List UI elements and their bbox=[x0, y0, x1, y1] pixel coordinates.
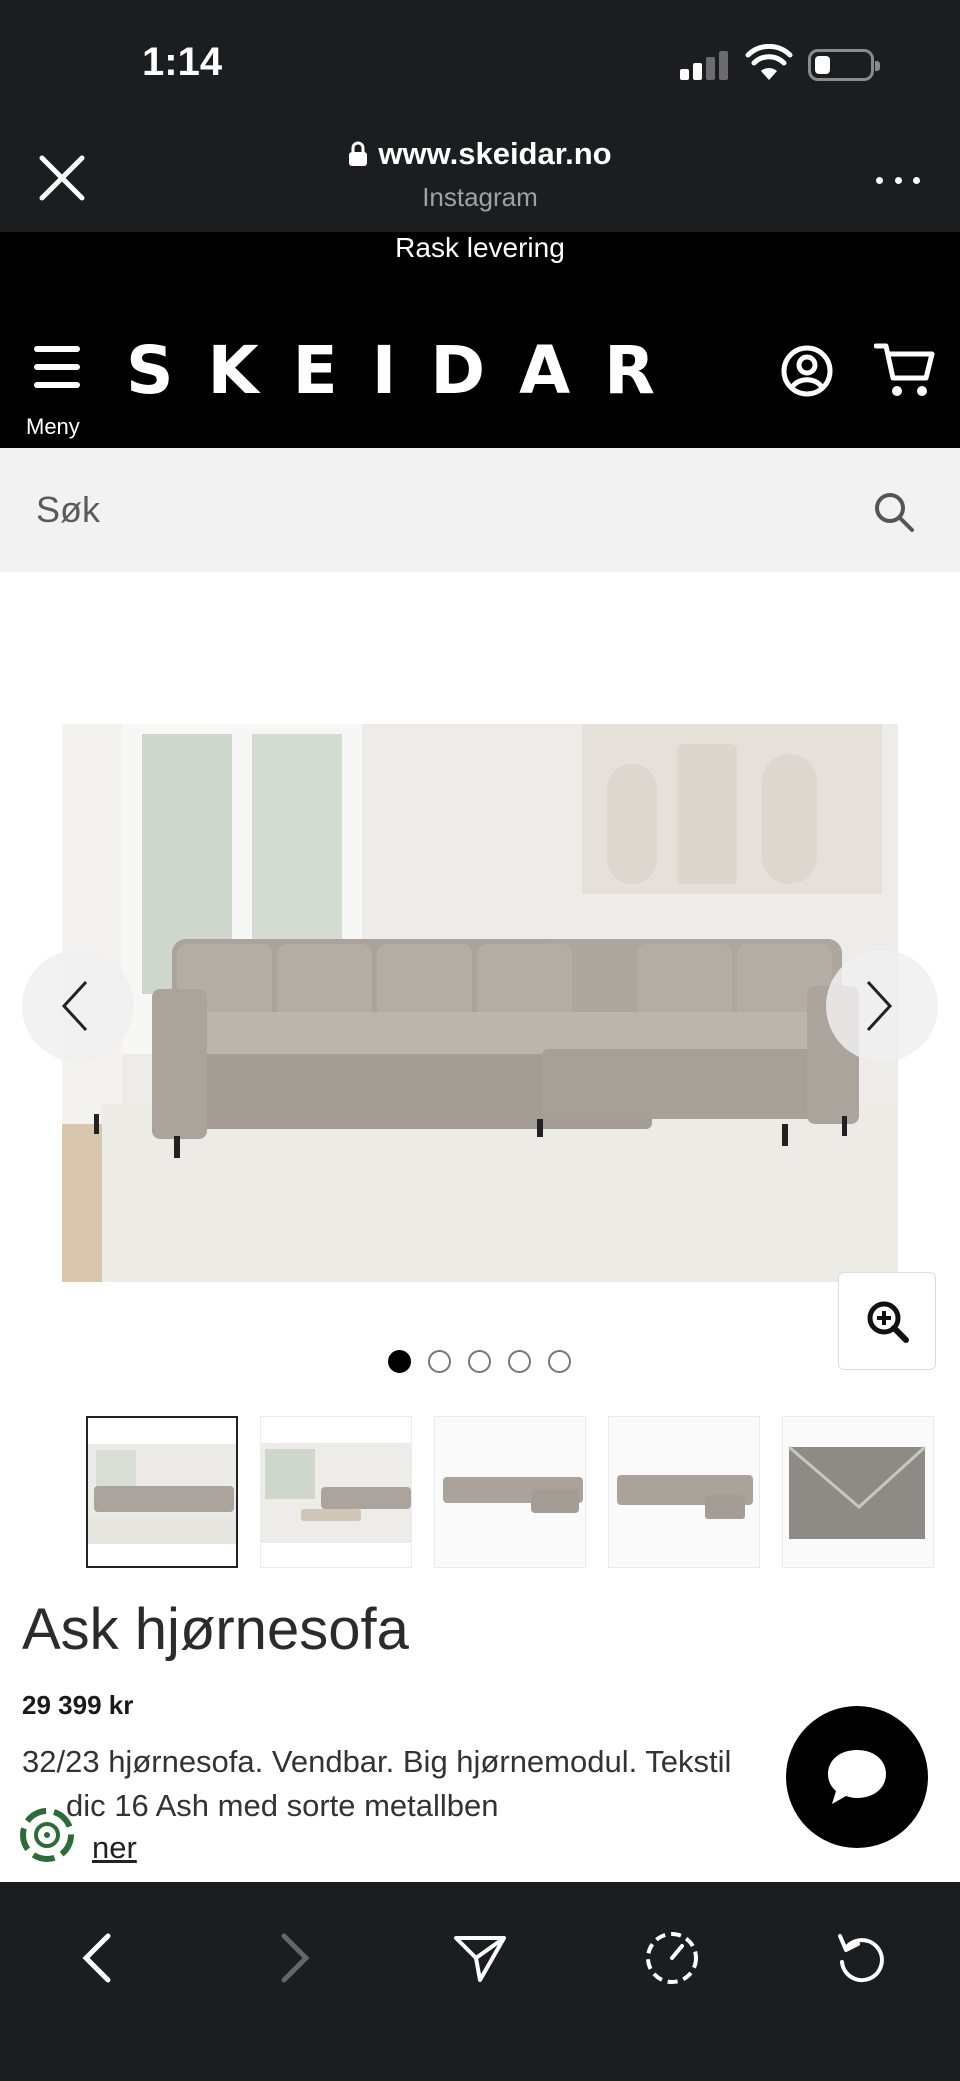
next-image-button[interactable] bbox=[826, 950, 938, 1062]
cart-icon[interactable] bbox=[874, 340, 936, 400]
thumbnail[interactable] bbox=[86, 1416, 238, 1568]
product-title: Ask hjørnesofa bbox=[22, 1597, 409, 1662]
thumbnail[interactable] bbox=[782, 1416, 934, 1568]
url-text: www.skeidar.no bbox=[378, 136, 612, 171]
wifi-icon bbox=[745, 44, 793, 80]
menu-label: Meny bbox=[26, 414, 80, 439]
image-pagination bbox=[388, 1350, 571, 1373]
signal-icon bbox=[680, 50, 730, 80]
zoom-button[interactable] bbox=[838, 1272, 936, 1370]
chat-icon bbox=[828, 1750, 886, 1804]
forward-icon[interactable] bbox=[262, 1928, 322, 1988]
leaf-icon[interactable] bbox=[14, 1802, 80, 1868]
site-header: Rask levering Meny SKEIDAR bbox=[0, 232, 960, 448]
chevron-left-icon bbox=[61, 980, 88, 1032]
account-icon[interactable] bbox=[780, 344, 834, 398]
promo-banner: Rask levering bbox=[395, 232, 565, 263]
pagination-dot[interactable] bbox=[468, 1350, 491, 1373]
thumbnail[interactable] bbox=[434, 1416, 586, 1568]
site-logo[interactable]: SKEIDAR bbox=[126, 332, 689, 409]
pagination-dot[interactable] bbox=[428, 1350, 451, 1373]
product-page: Ask hjørnesofa 29 399 kr 32/23 hjørnesof… bbox=[0, 572, 960, 1882]
search-bar bbox=[0, 448, 960, 572]
chat-button[interactable] bbox=[786, 1706, 928, 1848]
pagination-dot[interactable] bbox=[508, 1350, 531, 1373]
zoom-in-icon bbox=[867, 1301, 909, 1343]
product-description: 32/23 hjørnesofa. Vendbar. Big hjørnemod… bbox=[22, 1740, 822, 1828]
menu-icon bbox=[34, 346, 80, 352]
browser-bar: www.skeidar.no Instagram bbox=[0, 120, 960, 232]
thumbnail-strip bbox=[86, 1416, 960, 1570]
search-input[interactable] bbox=[36, 476, 836, 544]
product-image[interactable] bbox=[62, 724, 898, 1282]
status-bar: 1:14 bbox=[0, 0, 960, 120]
lock-icon bbox=[349, 141, 368, 166]
battery-icon bbox=[808, 49, 880, 81]
reload-icon[interactable] bbox=[832, 1928, 892, 1988]
thumbnail[interactable] bbox=[260, 1416, 412, 1568]
read-more-link[interactable]: ner bbox=[92, 1830, 137, 1866]
description-line: 32/23 hjørnesofa. Vendbar. Big hjørnemod… bbox=[22, 1744, 732, 1779]
share-icon[interactable] bbox=[450, 1928, 510, 1988]
product-price: 29 399 kr bbox=[22, 1690, 134, 1720]
speed-icon[interactable] bbox=[642, 1928, 702, 1988]
search-icon[interactable] bbox=[872, 490, 916, 534]
pagination-dot[interactable] bbox=[548, 1350, 571, 1373]
description-line: dic 16 Ash med sorte metallben bbox=[66, 1788, 499, 1823]
url-source: Instagram bbox=[422, 182, 538, 212]
status-time: 1:14 bbox=[142, 40, 223, 84]
menu-button[interactable]: Meny bbox=[26, 346, 90, 439]
chevron-right-icon bbox=[866, 980, 893, 1032]
address-bar[interactable]: www.skeidar.no Instagram bbox=[0, 136, 960, 213]
page: 1:14 www.skeidar.no Instagram Rask lever… bbox=[0, 0, 960, 2081]
prev-image-button[interactable] bbox=[22, 950, 134, 1062]
more-icon[interactable] bbox=[876, 172, 920, 188]
back-icon[interactable] bbox=[70, 1928, 130, 1988]
pagination-dot[interactable] bbox=[388, 1350, 411, 1373]
browser-toolbar bbox=[0, 1882, 960, 2081]
thumbnail[interactable] bbox=[608, 1416, 760, 1568]
